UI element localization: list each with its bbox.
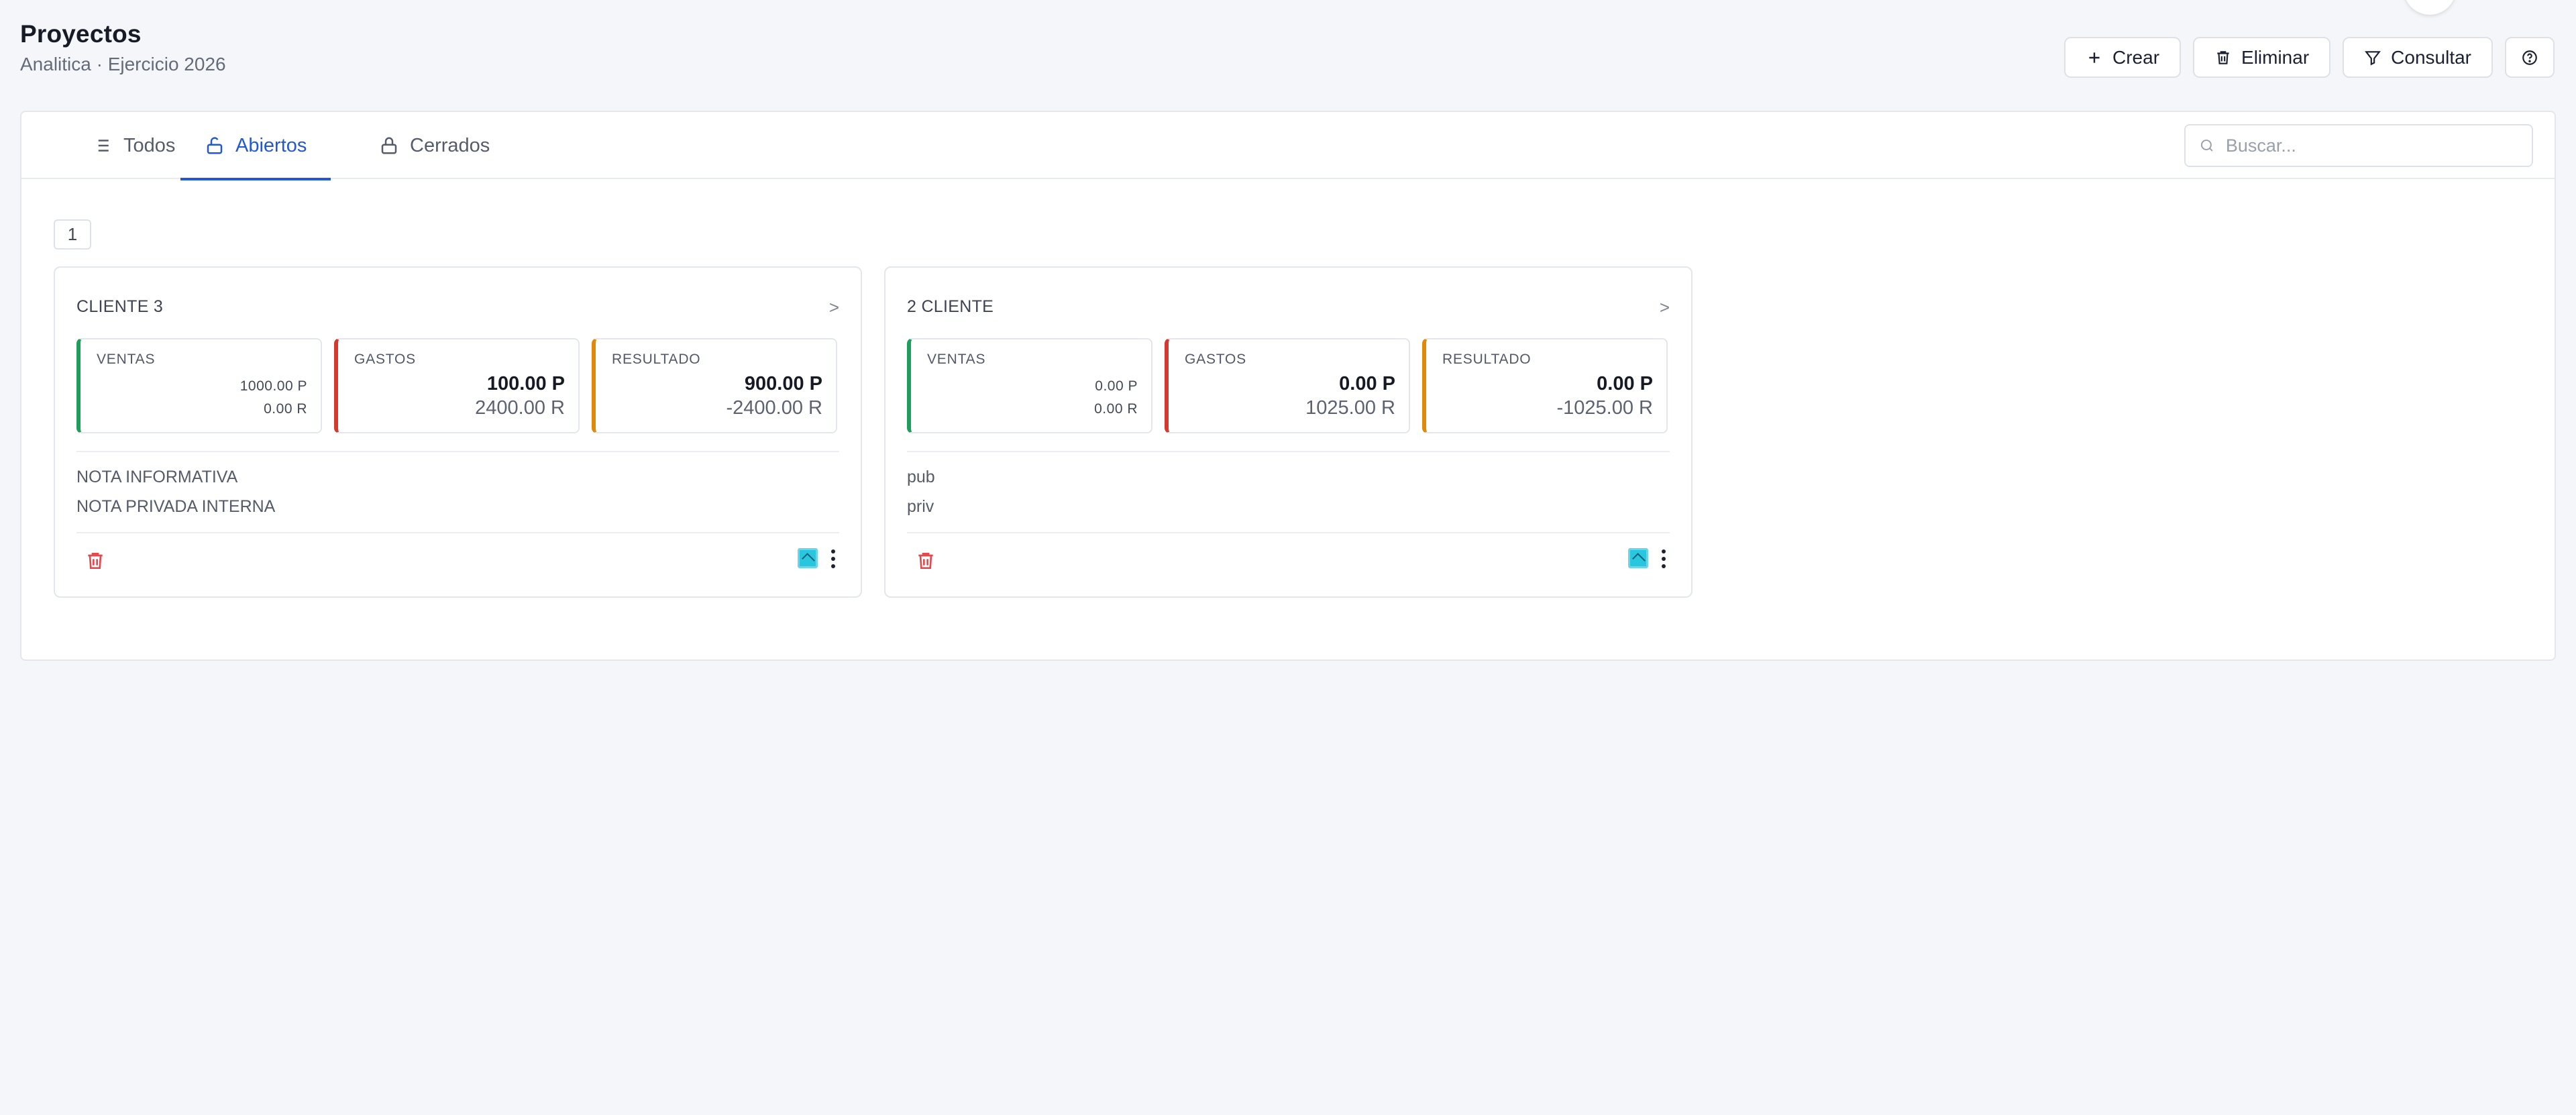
metric-value-p: 900.00 P: [744, 373, 822, 394]
divider: [907, 532, 1670, 533]
metric-value-p: 100.00 P: [486, 373, 565, 394]
create-button-label: Crear: [2112, 46, 2160, 68]
note-private: priv: [907, 497, 934, 516]
metric-value-r: 2400.00 R: [475, 397, 565, 419]
tab-todos[interactable]: Todos: [74, 112, 194, 179]
tab-bar: Todos Abiertos Cerrados: [21, 112, 2555, 180]
delete-card-icon[interactable]: [915, 549, 936, 572]
metric-value-r: -1025.00 R: [1556, 397, 1654, 419]
page-title: Proyectos: [20, 20, 142, 48]
projects-panel: Todos Abiertos Cerrados 1 CLIENTE 3 > VE…: [20, 111, 2556, 661]
delete-button-label: Eliminar: [2241, 46, 2310, 68]
divider: [907, 451, 1670, 452]
project-card: 2 CLIENTE > VENTAS 0.00 P 0.00 R GASTOS …: [884, 266, 1693, 598]
divider: [76, 451, 839, 452]
image-icon[interactable]: [798, 548, 818, 568]
metric-label: VENTAS: [927, 352, 986, 367]
metric-value-p: 0.00 P: [1095, 378, 1138, 394]
metric-value-r: 1025.00 R: [1305, 397, 1395, 419]
metric-gastos: GASTOS 100.00 P 2400.00 R: [334, 338, 580, 433]
tab-cerrados-label: Cerrados: [410, 134, 490, 156]
more-options-icon[interactable]: [830, 549, 837, 571]
tab-abiertos-label: Abiertos: [235, 134, 307, 156]
image-icon[interactable]: [1628, 548, 1648, 568]
header-actions: Crear Eliminar Consultar: [2064, 37, 2555, 78]
page-number[interactable]: 1: [54, 219, 91, 250]
page-subtitle: Analitica · Ejercicio 2026: [20, 54, 226, 74]
card-open-arrow[interactable]: >: [829, 297, 839, 318]
card-open-arrow[interactable]: >: [1660, 297, 1670, 318]
search-input[interactable]: [2225, 135, 2518, 156]
project-card: CLIENTE 3 > VENTAS 1000.00 P 0.00 R GAST…: [54, 266, 862, 598]
query-button-label: Consultar: [2391, 46, 2471, 68]
unlock-icon: [207, 137, 223, 154]
tab-cerrados[interactable]: Cerrados: [360, 112, 508, 179]
question-circle-icon: [2522, 50, 2537, 65]
metric-resultado: RESULTADO 0.00 P -1025.00 R: [1422, 338, 1668, 433]
floating-circle-button[interactable]: [2404, 0, 2456, 15]
tab-todos-label: Todos: [123, 134, 176, 156]
note-public: NOTA INFORMATIVA: [76, 468, 238, 486]
metric-label: GASTOS: [1185, 352, 1246, 367]
metric-value-p: 0.00 P: [1597, 373, 1653, 394]
metric-label: RESULTADO: [1442, 352, 1532, 367]
page: Proyectos Analitica · Ejercicio 2026 Cre…: [0, 0, 2576, 1115]
create-button[interactable]: Crear: [2064, 37, 2182, 78]
delete-card-icon[interactable]: [85, 549, 106, 572]
search-box[interactable]: [2184, 124, 2533, 167]
list-icon: [98, 140, 109, 152]
tab-abiertos[interactable]: Abiertos: [180, 112, 331, 180]
metric-gastos: GASTOS 0.00 P 1025.00 R: [1165, 338, 1410, 433]
help-button[interactable]: [2505, 37, 2555, 78]
card-title: CLIENTE 3: [76, 297, 164, 316]
metric-resultado: RESULTADO 900.00 P -2400.00 R: [592, 338, 837, 433]
metric-ventas: VENTAS 1000.00 P 0.00 R: [76, 338, 322, 433]
plus-icon: [2089, 52, 2100, 63]
metric-label: GASTOS: [354, 352, 416, 367]
metric-label: VENTAS: [97, 352, 156, 367]
metric-value-r: 0.00 R: [264, 401, 307, 417]
delete-button[interactable]: Eliminar: [2193, 37, 2331, 78]
metric-value-r: -2400.00 R: [726, 397, 823, 419]
metric-ventas: VENTAS 0.00 P 0.00 R: [907, 338, 1152, 433]
metric-label: RESULTADO: [612, 352, 701, 367]
lock-icon: [381, 137, 397, 154]
divider: [76, 532, 839, 533]
more-options-icon[interactable]: [1660, 549, 1667, 571]
note-public: pub: [907, 468, 935, 486]
metric-value-p: 0.00 P: [1339, 373, 1395, 394]
metric-value-r: 0.00 R: [1094, 401, 1138, 417]
card-title: 2 CLIENTE: [907, 297, 994, 316]
filter-icon: [2365, 50, 2381, 66]
note-private: NOTA PRIVADA INTERNA: [76, 497, 276, 516]
metric-value-p: 1000.00 P: [239, 378, 307, 394]
query-button[interactable]: Consultar: [2343, 37, 2493, 78]
search-icon: [2200, 140, 2213, 152]
trash-icon: [2217, 50, 2229, 64]
